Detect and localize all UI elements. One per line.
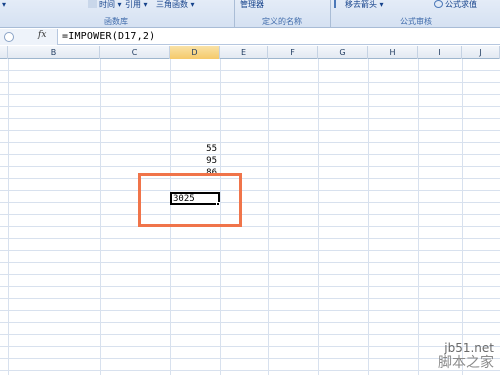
trig-function-button[interactable]: 三角函数 ▾ — [156, 0, 195, 12]
group-separator — [234, 0, 235, 28]
evaluate-formula-label: 公式求值 — [445, 0, 477, 9]
group-label-defined-names: 定义的名称 — [262, 17, 302, 26]
watermark-name: 脚本之家 — [438, 355, 494, 371]
gridline — [0, 214, 500, 215]
spreadsheet-grid[interactable]: 55 95 86 3025 — [0, 59, 500, 375]
remove-arrows-button[interactable]: 移去箭头 ▾ — [334, 0, 384, 12]
gridline — [0, 310, 500, 311]
gridline — [0, 118, 500, 119]
time-function-button[interactable]: 时间 ▾ — [88, 0, 122, 12]
gridline — [0, 322, 500, 323]
group-label-function-library: 函数库 — [104, 17, 128, 26]
column-header-i[interactable]: I — [418, 46, 462, 59]
clock-icon — [88, 0, 97, 8]
column-header-d[interactable]: D — [170, 46, 220, 59]
evaluate-formula-button[interactable]: 公式求值 — [434, 0, 477, 12]
gridline — [0, 70, 500, 71]
reference-function-button[interactable]: 引用 ▾ — [125, 0, 148, 12]
expand-circle-icon[interactable] — [4, 32, 14, 42]
gridline — [0, 178, 500, 179]
gridline — [0, 334, 500, 335]
gridline — [0, 262, 500, 263]
active-cell-value: 3025 — [173, 194, 195, 204]
group-label-formula-auditing: 公式审核 — [400, 17, 432, 26]
gridline — [0, 298, 500, 299]
gridline — [0, 274, 500, 275]
gridline — [0, 130, 500, 131]
remove-arrows-label: 移去箭头 — [345, 0, 377, 9]
gridline — [0, 286, 500, 287]
fill-handle[interactable] — [216, 202, 220, 206]
column-header-b[interactable]: B — [8, 46, 100, 59]
column-header-h[interactable]: H — [368, 46, 418, 59]
column-header-g[interactable]: G — [318, 46, 368, 59]
active-cell[interactable]: 3025 — [170, 192, 220, 205]
formula-input[interactable]: =IMPOWER(D17,2) — [62, 31, 155, 42]
arrows-icon — [334, 0, 343, 8]
column-headers: B C D E F G H I J — [0, 46, 500, 59]
time-function-label: 时间 — [99, 0, 115, 9]
gridline — [0, 142, 500, 143]
gridline — [0, 190, 500, 191]
trig-function-label: 三角函数 — [156, 0, 188, 9]
gridline — [0, 166, 500, 167]
ribbon: ▾ 时间 ▾ 引用 ▾ 三角函数 ▾ 函数库 管理器 定义的名称 移去箭头 ▾ … — [0, 0, 500, 28]
gridline — [0, 226, 500, 227]
gridline — [0, 82, 500, 83]
gridline — [0, 106, 500, 107]
name-box-area[interactable]: fx — [0, 29, 58, 45]
gridline — [0, 238, 500, 239]
group-separator — [330, 0, 331, 28]
column-header-e[interactable]: E — [220, 46, 268, 59]
ribbon-dropdown-arrow[interactable]: ▾ — [2, 0, 6, 12]
gridline — [0, 346, 500, 347]
name-manager-label: 管理器 — [240, 0, 264, 9]
gridline — [0, 202, 500, 203]
name-manager-button[interactable]: 管理器 — [240, 0, 264, 12]
cell-d-value-2[interactable]: 95 — [170, 156, 217, 166]
gridline — [0, 250, 500, 251]
gridline — [0, 94, 500, 95]
column-header-c[interactable]: C — [100, 46, 170, 59]
gridline — [0, 370, 500, 371]
column-header-f[interactable]: F — [268, 46, 318, 59]
cell-d-value-1[interactable]: 55 — [170, 144, 217, 154]
insert-function-icon[interactable]: fx — [38, 30, 46, 40]
column-header-j[interactable]: J — [462, 46, 500, 59]
reference-function-label: 引用 — [125, 0, 141, 9]
formula-bar: fx =IMPOWER(D17,2) — [0, 29, 500, 45]
gridline — [0, 358, 500, 359]
gridline — [0, 154, 500, 155]
magnifier-icon — [434, 0, 443, 8]
corner-cell[interactable] — [0, 46, 8, 59]
